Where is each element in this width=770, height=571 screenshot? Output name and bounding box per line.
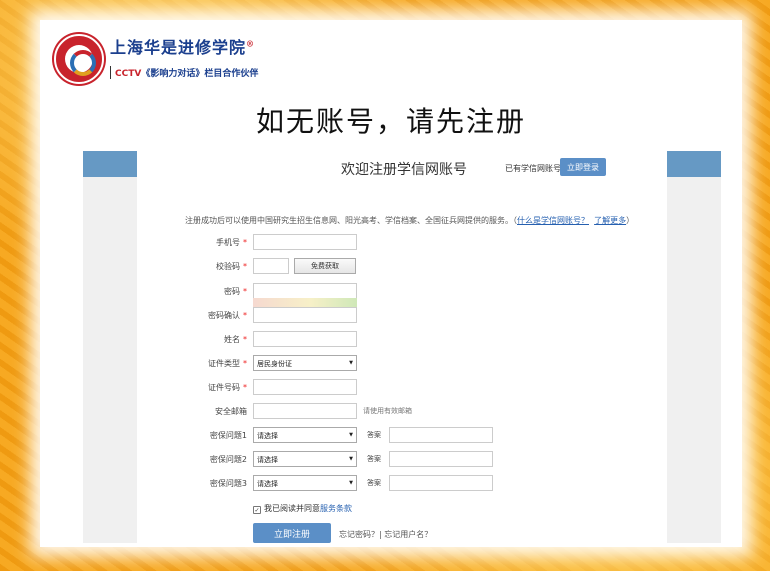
cctv-partner: CCTV《影响力对话》栏目合作伙伴 xyxy=(110,66,258,79)
question1-select[interactable]: 请选择 xyxy=(253,427,357,443)
id-number-input[interactable] xyxy=(253,379,357,395)
email-row: 安全邮箱 请使用有效邮箱 xyxy=(137,403,667,419)
agree-checkbox[interactable]: ✓ xyxy=(253,506,261,514)
register-button[interactable]: 立即注册 xyxy=(253,523,331,543)
name-input[interactable] xyxy=(253,331,357,347)
intro-text: 注册成功后可以使用中国研究生招生信息网、阳光高考、学信档案、全国征兵网提供的服务… xyxy=(185,216,635,225)
phone-input[interactable] xyxy=(253,234,357,250)
slide-headline: 如无账号，请先注册 xyxy=(255,105,526,138)
brand-block: 上海华是进修学院® CCTV《影响力对话》栏目合作伙伴 xyxy=(110,34,258,79)
learn-more-link[interactable]: 了解更多 xyxy=(594,216,626,225)
terms-link[interactable]: 服务条款 xyxy=(320,504,352,513)
brand-name: 上海华是进修学院® xyxy=(110,38,256,57)
get-code-button[interactable]: 免费获取 xyxy=(294,258,356,274)
has-account-text: 已有学信网账号 xyxy=(505,164,561,173)
password-input[interactable] xyxy=(253,283,357,299)
question2-select[interactable]: 请选择 xyxy=(253,451,357,467)
question2-row: 密保问题2 请选择 答案 xyxy=(137,451,667,467)
left-sidebar xyxy=(83,151,137,543)
question3-row: 密保问题3 请选择 答案 xyxy=(137,475,667,491)
agree-row: ✓ 我已阅读并同意服务条款 xyxy=(253,504,352,514)
answer3-input[interactable] xyxy=(389,475,493,491)
registration-screenshot: 欢迎注册学信网账号 已有学信网账号 立即登录 注册成功后可以使用中国研究生招生信… xyxy=(83,151,721,543)
forgot-links[interactable]: 忘记密码？| 忘记用户名？ xyxy=(339,529,432,540)
what-is-account-link[interactable]: 什么是学信网账号？ xyxy=(517,216,589,225)
question3-select[interactable]: 请选择 xyxy=(253,475,357,491)
email-hint: 请使用有效邮箱 xyxy=(363,407,412,415)
phone-row: 手机号 * xyxy=(137,234,667,250)
login-button[interactable]: 立即登录 xyxy=(560,158,606,176)
id-number-row: 证件号码 * xyxy=(137,379,667,395)
id-type-select[interactable]: 居民身份证 xyxy=(253,355,357,371)
confirm-row: 密码确认 * xyxy=(137,307,667,323)
code-row: 校验码 * 免费获取 xyxy=(137,258,667,274)
question1-row: 密保问题1 请选择 答案 xyxy=(137,427,667,443)
code-input[interactable] xyxy=(253,258,289,274)
email-input[interactable] xyxy=(253,403,357,419)
password-strength-bar xyxy=(253,298,357,307)
right-sidebar xyxy=(667,151,721,543)
password-row: 密码 * xyxy=(137,283,667,307)
registration-panel: 欢迎注册学信网账号 已有学信网账号 立即登录 注册成功后可以使用中国研究生招生信… xyxy=(137,151,667,543)
slide: 上海华是进修学院® CCTV《影响力对话》栏目合作伙伴 如无账号，请先注册 欢迎… xyxy=(40,20,742,547)
school-logo xyxy=(54,34,104,84)
answer1-input[interactable] xyxy=(389,427,493,443)
answer2-input[interactable] xyxy=(389,451,493,467)
id-type-row: 证件类型 * 居民身份证 xyxy=(137,355,667,371)
name-row: 姓名 * xyxy=(137,331,667,347)
confirm-password-input[interactable] xyxy=(253,307,357,323)
page-title: 欢迎注册学信网账号 xyxy=(341,162,467,178)
